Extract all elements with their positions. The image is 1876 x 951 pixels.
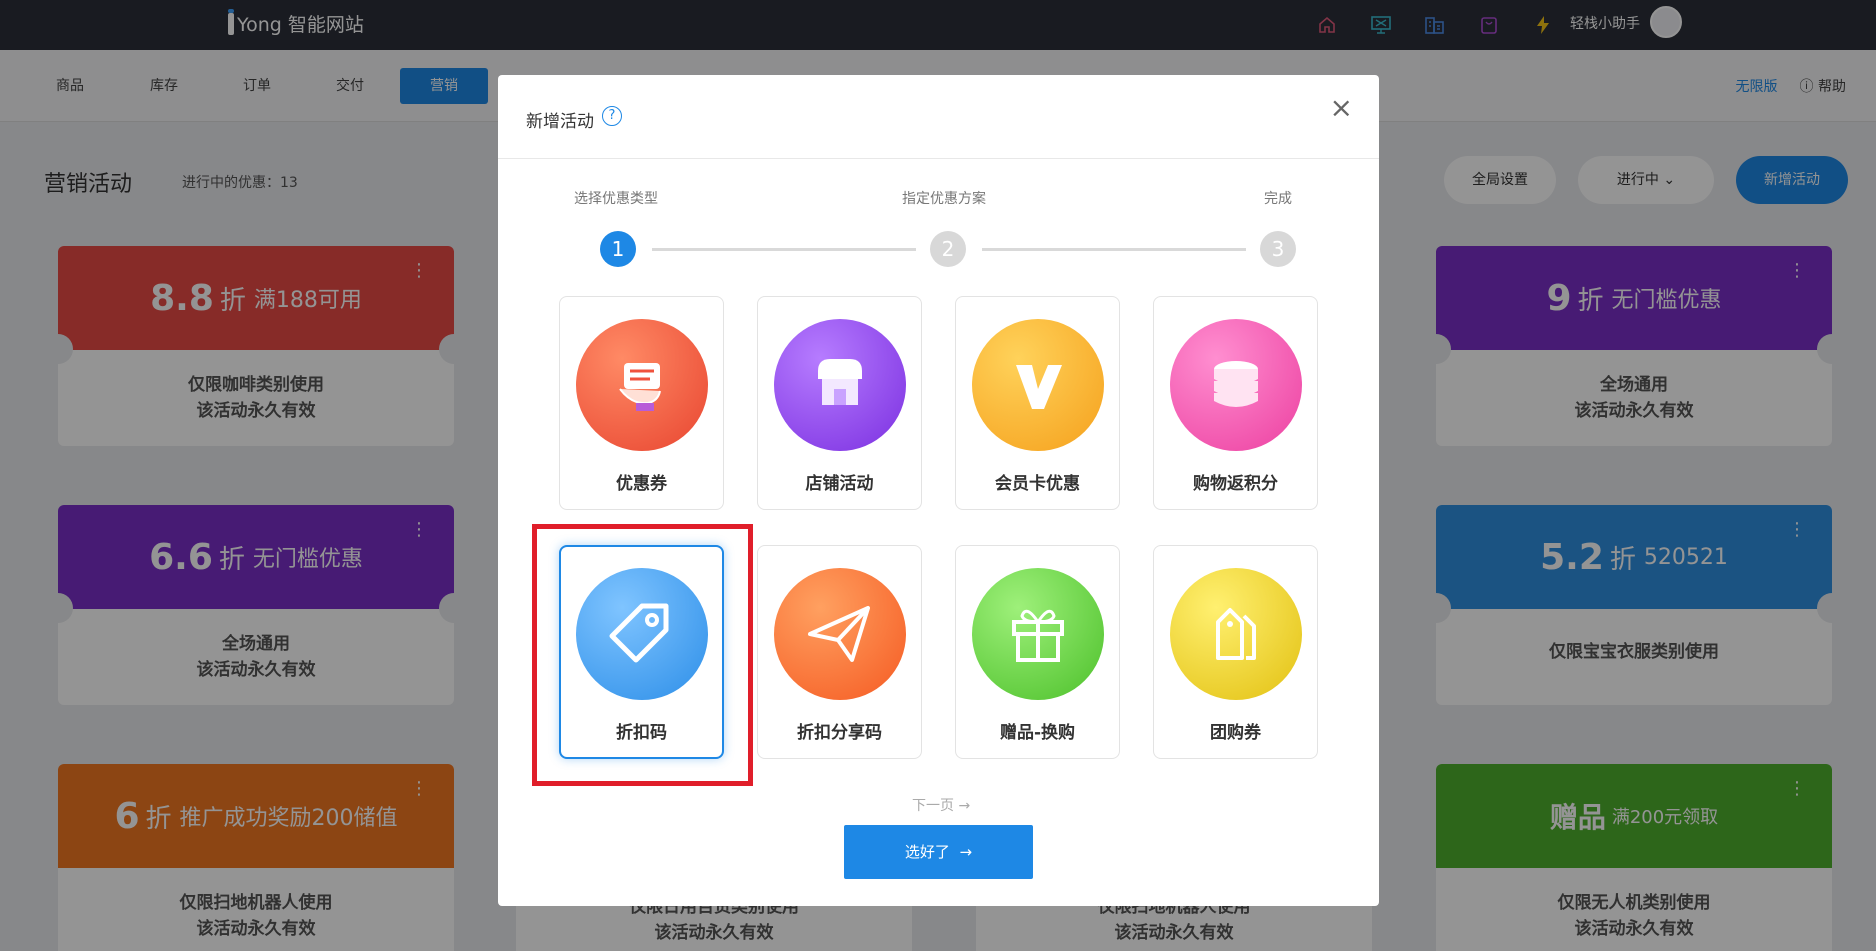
confirm-label: 选好了 bbox=[904, 843, 950, 861]
coins-icon bbox=[1170, 319, 1302, 451]
tile-label: 购物返积分 bbox=[1193, 474, 1278, 494]
vip-icon bbox=[972, 319, 1104, 451]
tile-store-activity[interactable]: 店铺活动 bbox=[757, 296, 922, 510]
group-tags-icon bbox=[1170, 568, 1302, 700]
tile-discount-share-code[interactable]: 折扣分享码 bbox=[757, 545, 922, 759]
step-connector bbox=[652, 248, 916, 251]
selection-highlight-box bbox=[532, 524, 753, 786]
coupon-hand-icon bbox=[576, 319, 708, 451]
tile-member-card[interactable]: 会员卡优惠 bbox=[955, 296, 1120, 510]
tile-coupon[interactable]: 优惠券 bbox=[559, 296, 724, 510]
close-icon[interactable]: × bbox=[1330, 91, 1353, 124]
tile-label: 赠品-换购 bbox=[999, 723, 1076, 743]
arrow-right-icon: → bbox=[954, 843, 973, 861]
step-label: 选择优惠类型 bbox=[574, 191, 658, 207]
tile-label: 店铺活动 bbox=[805, 474, 874, 494]
arrow-right-icon: → bbox=[958, 798, 971, 814]
next-page-label: 下一页 bbox=[912, 798, 954, 814]
step-connector bbox=[982, 248, 1246, 251]
next-page-link[interactable]: 下一页 → bbox=[912, 795, 970, 815]
step-1-indicator: 1 bbox=[600, 231, 636, 267]
question-icon[interactable]: ? bbox=[602, 106, 622, 126]
tile-gift-exchange[interactable]: 赠品-换购 bbox=[955, 545, 1120, 759]
tile-label: 会员卡优惠 bbox=[995, 474, 1080, 494]
tile-label: 折扣分享码 bbox=[797, 723, 882, 743]
step-label: 完成 bbox=[1264, 191, 1292, 207]
tile-group-buy[interactable]: 团购券 bbox=[1153, 545, 1318, 759]
modal-header: 新增活动 ? × bbox=[498, 75, 1379, 159]
store-icon bbox=[774, 319, 906, 451]
tile-label: 优惠券 bbox=[616, 474, 667, 494]
confirm-button[interactable]: 选好了 → bbox=[844, 825, 1033, 879]
gift-icon bbox=[972, 568, 1104, 700]
tile-shopping-points[interactable]: 购物返积分 bbox=[1153, 296, 1318, 510]
modal-title: 新增活动 bbox=[526, 112, 594, 132]
step-label: 指定优惠方案 bbox=[902, 191, 986, 207]
paper-plane-icon bbox=[774, 568, 906, 700]
tile-label: 团购券 bbox=[1210, 723, 1261, 743]
step-2-indicator: 2 bbox=[930, 231, 966, 267]
step-3-indicator: 3 bbox=[1260, 231, 1296, 267]
